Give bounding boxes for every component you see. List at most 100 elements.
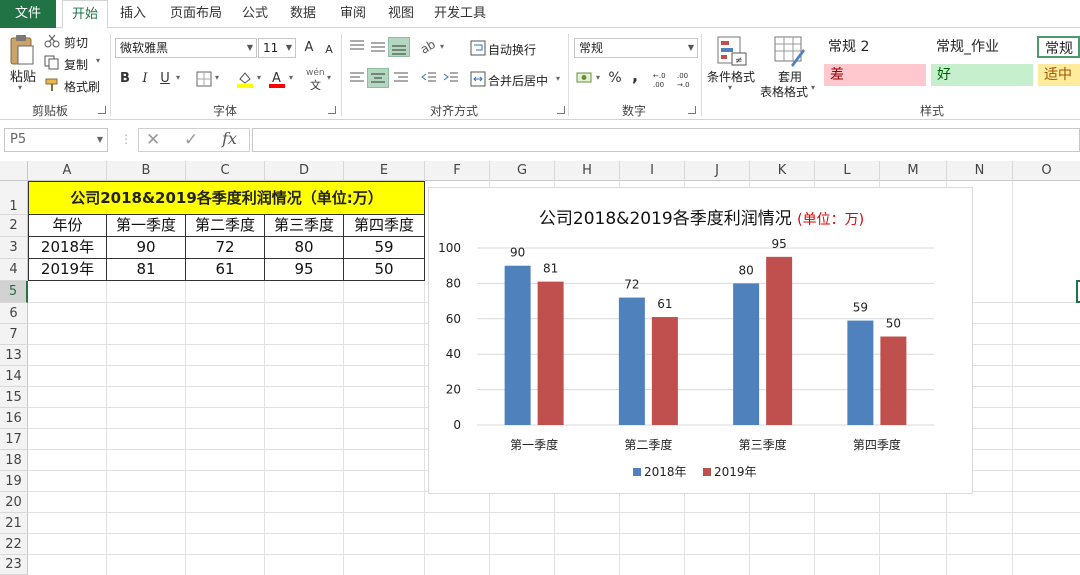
increase-indent-icon[interactable]	[442, 70, 460, 86]
merge-dropdown-icon[interactable]: ▾	[556, 74, 560, 83]
alignment-launcher-icon[interactable]	[557, 106, 565, 114]
align-center-button[interactable]	[367, 68, 389, 88]
column-header-k[interactable]: K	[750, 161, 815, 181]
row-header-18[interactable]: 18	[0, 450, 28, 471]
style-normal-2[interactable]: 常规 2	[822, 36, 926, 58]
header-cell-q4[interactable]: 第四季度	[344, 215, 425, 237]
table-title-cell[interactable]: 公司2018&2019各季度利润情况（单位:万）	[28, 181, 425, 215]
data-cell[interactable]: 81	[107, 259, 186, 281]
row-header-13[interactable]: 13	[0, 345, 28, 366]
formula-input[interactable]	[252, 128, 1080, 152]
column-header-o[interactable]: O	[1013, 161, 1080, 181]
underline-button[interactable]: U	[156, 69, 174, 89]
increase-decimal-icon[interactable]: ←.0.00	[652, 70, 672, 88]
column-header-m[interactable]: M	[880, 161, 947, 181]
currency-icon[interactable]	[576, 70, 594, 86]
align-middle-icon[interactable]	[369, 38, 387, 54]
clipboard-launcher-icon[interactable]	[98, 106, 106, 114]
align-right-icon[interactable]	[392, 70, 410, 86]
column-header-j[interactable]: J	[685, 161, 750, 181]
tab-data[interactable]: 数据	[282, 0, 324, 28]
row-header-21[interactable]: 21	[0, 513, 28, 534]
tab-home[interactable]: 开始	[62, 0, 108, 29]
conditional-dropdown-icon[interactable]: ▾	[728, 83, 732, 92]
style-neutral[interactable]: 适中	[1038, 64, 1080, 86]
row-header-5[interactable]: 5	[0, 281, 28, 303]
data-cell[interactable]: 59	[344, 237, 425, 259]
table-format-label-2[interactable]: 表格格式	[760, 83, 808, 100]
paste-dropdown-icon[interactable]: ▾	[18, 83, 22, 92]
borders-icon[interactable]	[196, 71, 212, 87]
column-header-h[interactable]: H	[555, 161, 620, 181]
data-cell[interactable]: 2018年	[28, 237, 107, 259]
row-header-3[interactable]: 3	[0, 237, 28, 259]
row-header-15[interactable]: 15	[0, 387, 28, 408]
bold-button[interactable]: B	[116, 69, 134, 89]
cancel-icon[interactable]: ✕	[146, 130, 160, 150]
select-all-corner[interactable]	[0, 161, 28, 181]
style-bad[interactable]: 差	[824, 64, 926, 86]
column-header-c[interactable]: C	[186, 161, 265, 181]
row-header-4[interactable]: 4	[0, 259, 28, 281]
font-color-icon[interactable]: A	[268, 70, 286, 88]
tab-view[interactable]: 视图	[380, 0, 422, 28]
row-header-2[interactable]: 2	[0, 215, 28, 237]
header-cell-q1[interactable]: 第一季度	[107, 215, 186, 237]
currency-dropdown-icon[interactable]: ▾	[596, 73, 600, 82]
italic-button[interactable]: I	[136, 69, 154, 89]
data-cell[interactable]: 61	[186, 259, 265, 281]
style-good[interactable]: 好	[931, 64, 1033, 86]
column-header-i[interactable]: I	[620, 161, 685, 181]
insert-function-button[interactable]: fx	[222, 129, 237, 148]
font-color-dropdown-icon[interactable]: ▾	[289, 73, 293, 82]
phonetic-dropdown-icon[interactable]: ▾	[327, 73, 331, 82]
merge-center-button[interactable]: 合并后居中	[488, 72, 548, 89]
chart-area[interactable]: 公司2018&2019各季度利润情况 (单位：万) 0 20 40 60 80 100 90…	[428, 187, 973, 494]
data-cell[interactable]: 2019年	[28, 259, 107, 281]
wrap-text-button[interactable]: 自动换行	[488, 41, 536, 58]
name-box[interactable]: P5 ▼	[4, 128, 108, 152]
grow-font-button[interactable]: A	[300, 38, 318, 58]
data-cell[interactable]: 80	[265, 237, 344, 259]
decrease-decimal-icon[interactable]: .00→.0	[676, 70, 696, 88]
style-normal[interactable]: 常规	[1037, 36, 1080, 58]
number-launcher-icon[interactable]	[688, 106, 696, 114]
row-header-22[interactable]: 22	[0, 534, 28, 555]
tab-file[interactable]: 文件	[0, 0, 56, 28]
data-cell[interactable]: 90	[107, 237, 186, 259]
column-header-g[interactable]: G	[490, 161, 555, 181]
tab-review[interactable]: 审阅	[332, 0, 374, 28]
align-bottom-button[interactable]	[388, 37, 410, 57]
data-cell[interactable]: 72	[186, 237, 265, 259]
row-header-16[interactable]: 16	[0, 408, 28, 429]
align-top-icon[interactable]	[348, 38, 366, 54]
row-header-6[interactable]: 6	[0, 303, 28, 324]
column-header-f[interactable]: F	[425, 161, 490, 181]
cut-button[interactable]: 剪切	[64, 34, 88, 51]
style-normal-homework[interactable]: 常规_作业	[930, 36, 1034, 58]
row-header-20[interactable]: 20	[0, 492, 28, 513]
copy-button[interactable]: 复制	[64, 56, 88, 73]
orientation-dropdown-icon[interactable]: ▾	[440, 42, 444, 51]
column-header-a[interactable]: A	[28, 161, 107, 181]
fill-color-dropdown-icon[interactable]: ▾	[257, 73, 261, 82]
font-name-combo[interactable]: 微软雅黑 ▼	[115, 38, 257, 58]
copy-dropdown-icon[interactable]: ▾	[96, 56, 100, 65]
paste-icon[interactable]	[8, 34, 36, 66]
header-cell-q2[interactable]: 第二季度	[186, 215, 265, 237]
row-header-7[interactable]: 7	[0, 324, 28, 345]
font-launcher-icon[interactable]	[328, 106, 336, 114]
column-header-n[interactable]: N	[947, 161, 1013, 181]
tab-page-layout[interactable]: 页面布局	[160, 0, 232, 28]
font-size-combo[interactable]: 11 ▼	[258, 38, 296, 58]
borders-dropdown-icon[interactable]: ▾	[215, 73, 219, 82]
decrease-indent-icon[interactable]	[420, 70, 438, 86]
column-header-d[interactable]: D	[265, 161, 344, 181]
phonetic-guide-button[interactable]: wén	[306, 68, 325, 78]
table-format-dropdown-icon[interactable]: ▾	[811, 83, 815, 92]
column-header-l[interactable]: L	[815, 161, 880, 181]
column-header-e[interactable]: E	[344, 161, 425, 181]
format-painter-button[interactable]: 格式刷	[64, 78, 100, 95]
shrink-font-button[interactable]: A	[320, 40, 338, 60]
row-header-14[interactable]: 14	[0, 366, 28, 387]
